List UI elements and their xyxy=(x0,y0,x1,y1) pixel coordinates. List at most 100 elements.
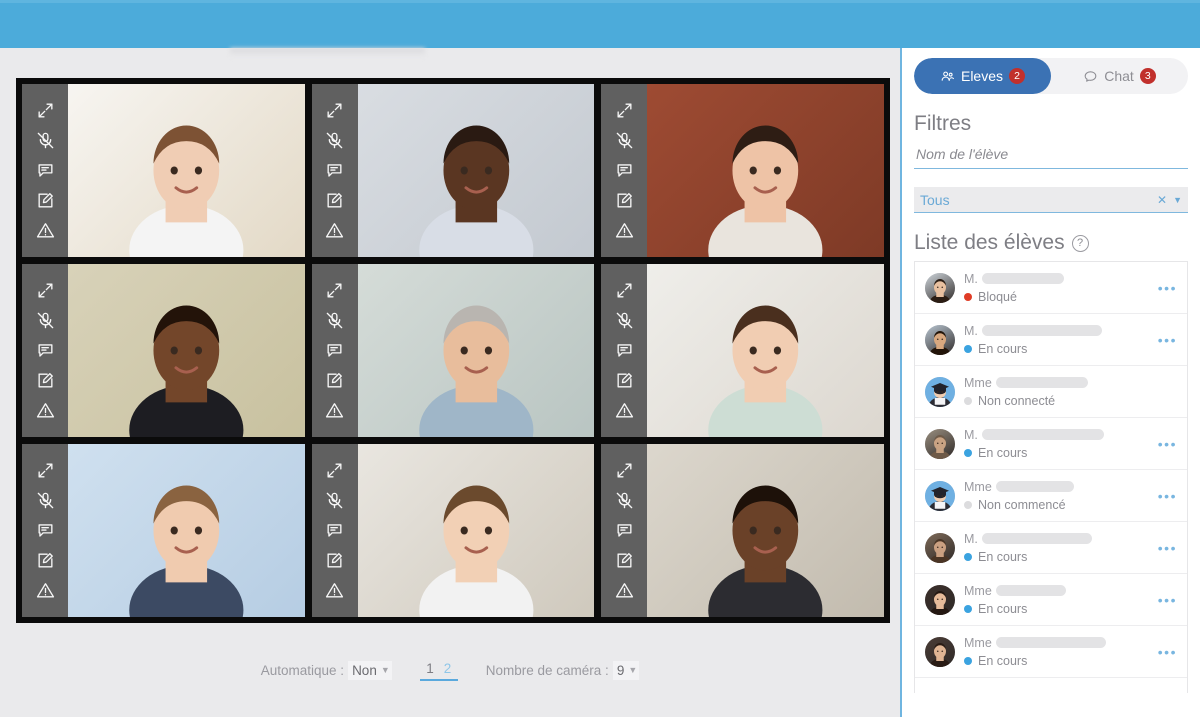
mic-muted-icon[interactable] xyxy=(615,311,634,330)
help-icon[interactable]: ? xyxy=(1071,234,1089,252)
student-row[interactable]: M. En cours ••• xyxy=(915,418,1187,470)
avatar xyxy=(925,376,955,407)
expand-icon[interactable] xyxy=(615,461,634,480)
status-dot xyxy=(964,604,972,613)
student-row[interactable]: Mme En cours ••• xyxy=(915,574,1187,626)
expand-icon[interactable] xyxy=(325,461,344,480)
mic-muted-icon[interactable] xyxy=(36,131,55,150)
automatic-select[interactable]: Non ▼ xyxy=(348,661,392,680)
tile-toolbar xyxy=(311,444,358,617)
warning-triangle-icon[interactable] xyxy=(325,581,344,600)
row-menu-button[interactable]: ••• xyxy=(1158,592,1177,608)
edit-pencil-icon[interactable] xyxy=(36,371,55,390)
student-name-redacted xyxy=(981,429,1104,440)
edit-pencil-icon[interactable] xyxy=(325,191,344,210)
row-menu-button[interactable]: ••• xyxy=(1158,644,1177,660)
expand-icon[interactable] xyxy=(615,281,634,300)
mic-muted-icon[interactable] xyxy=(36,311,55,330)
chat-bubble-icon[interactable] xyxy=(615,341,634,360)
chat-bubble-icon[interactable] xyxy=(615,521,634,540)
tab-chat[interactable]: Chat 3 xyxy=(1051,58,1188,94)
edit-pencil-icon[interactable] xyxy=(615,371,634,390)
student-list-title: Liste des élèves ? xyxy=(914,231,1188,255)
student-row[interactable]: Mme En cours ••• xyxy=(915,626,1187,678)
status-badge: En cours xyxy=(978,549,1028,564)
video-tile[interactable] xyxy=(311,84,595,257)
tile-toolbar xyxy=(22,444,68,617)
chat-bubble-icon[interactable] xyxy=(325,341,344,360)
student-name-filter-input[interactable] xyxy=(914,142,1188,169)
expand-icon[interactable] xyxy=(325,281,344,300)
edit-pencil-icon[interactable] xyxy=(325,551,344,570)
warning-triangle-icon[interactable] xyxy=(36,581,55,600)
row-menu-button[interactable]: ••• xyxy=(1158,332,1177,348)
expand-icon[interactable] xyxy=(36,101,55,120)
student-name-redacted xyxy=(995,377,1088,388)
warning-triangle-icon[interactable] xyxy=(325,401,344,420)
video-tile[interactable] xyxy=(601,84,884,257)
chat-bubble-icon[interactable] xyxy=(36,161,55,180)
warning-triangle-icon[interactable] xyxy=(615,581,634,600)
student-row[interactable]: M. En cours ••• xyxy=(915,314,1187,366)
mic-muted-icon[interactable] xyxy=(325,131,344,150)
status-badge: En cours xyxy=(978,341,1028,356)
clear-filter-icon[interactable]: ✕ xyxy=(1157,193,1167,207)
warning-triangle-icon[interactable] xyxy=(36,221,55,240)
row-menu-button[interactable]: ••• xyxy=(1158,540,1177,556)
video-tile[interactable] xyxy=(601,444,884,617)
edit-pencil-icon[interactable] xyxy=(325,371,344,390)
chat-bubble-icon[interactable] xyxy=(325,521,344,540)
tab-eleves[interactable]: Eleves 2 xyxy=(914,58,1051,94)
expand-icon[interactable] xyxy=(36,461,55,480)
status-dot xyxy=(964,500,972,509)
student-row[interactable]: Mme Non commencé ••• xyxy=(915,470,1187,522)
expand-icon[interactable] xyxy=(325,101,344,120)
mic-muted-icon[interactable] xyxy=(615,491,634,510)
chat-bubble-icon[interactable] xyxy=(36,341,55,360)
mic-muted-icon[interactable] xyxy=(36,491,55,510)
row-menu-button[interactable]: ••• xyxy=(1158,280,1177,296)
mic-muted-icon[interactable] xyxy=(325,491,344,510)
edit-pencil-icon[interactable] xyxy=(615,551,634,570)
student-info: M. En cours xyxy=(964,428,1149,460)
page-number-1[interactable]: 1 xyxy=(426,661,434,676)
warning-triangle-icon[interactable] xyxy=(36,401,55,420)
page-number-2[interactable]: 2 xyxy=(444,661,452,676)
edit-pencil-icon[interactable] xyxy=(36,551,55,570)
video-tile[interactable] xyxy=(311,444,595,617)
warning-triangle-icon[interactable] xyxy=(325,221,344,240)
expand-icon[interactable] xyxy=(36,281,55,300)
student-row[interactable]: M. En cours ••• xyxy=(915,522,1187,574)
video-stage: Automatique : Non ▼ 12 Nombre de caméra … xyxy=(0,48,900,717)
mic-muted-icon[interactable] xyxy=(325,311,344,330)
mic-muted-icon[interactable] xyxy=(615,131,634,150)
edit-pencil-icon[interactable] xyxy=(615,191,634,210)
row-menu-button[interactable]: ••• xyxy=(1158,488,1177,504)
warning-triangle-icon[interactable] xyxy=(615,401,634,420)
student-info: M. Bloqué xyxy=(964,272,1149,304)
video-tile[interactable] xyxy=(311,264,595,437)
edit-pencil-icon[interactable] xyxy=(36,191,55,210)
status-dot xyxy=(964,552,972,561)
video-tile[interactable] xyxy=(22,444,305,617)
expand-icon[interactable] xyxy=(615,101,634,120)
tile-video-feed xyxy=(68,444,305,617)
warning-triangle-icon[interactable] xyxy=(615,221,634,240)
app-top-bar xyxy=(0,0,1200,48)
chat-bubble-icon[interactable] xyxy=(615,161,634,180)
chat-bubble-icon[interactable] xyxy=(36,521,55,540)
student-status-line: Non connecté xyxy=(964,394,1177,408)
chat-bubble-icon[interactable] xyxy=(325,161,344,180)
student-title: Mme xyxy=(964,479,992,494)
student-row[interactable]: Mme Non connecté xyxy=(915,366,1187,418)
student-name-line: M. xyxy=(964,272,1149,286)
student-type-filter-select[interactable]: Tous ✕ ▼ xyxy=(914,187,1188,213)
student-row[interactable]: M. Bloqué ••• xyxy=(915,262,1187,314)
video-tile[interactable] xyxy=(601,264,884,437)
student-status-line: En cours xyxy=(964,446,1149,460)
video-tile[interactable] xyxy=(22,84,305,257)
video-tile[interactable] xyxy=(22,264,305,437)
camera-count-select[interactable]: 9 ▼ xyxy=(612,661,640,680)
student-list[interactable]: M. Bloqué ••• M. En cours ••• Mme Non connecté M… xyxy=(914,261,1188,693)
row-menu-button[interactable]: ••• xyxy=(1158,436,1177,452)
